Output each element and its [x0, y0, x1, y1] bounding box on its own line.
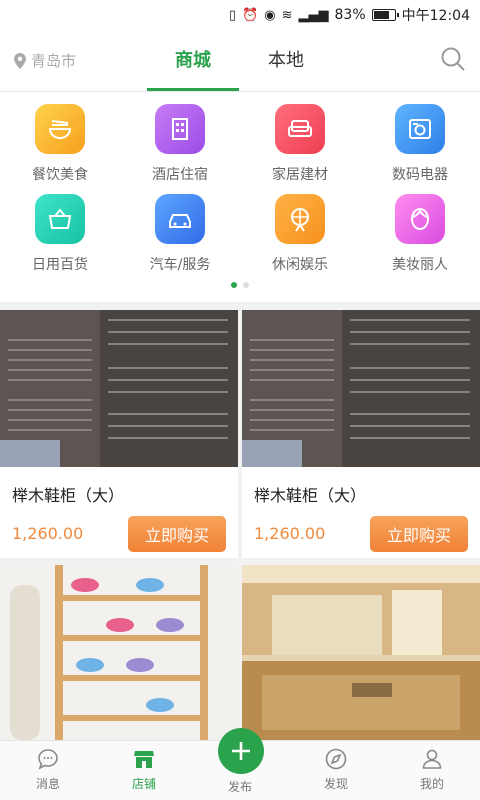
category-label: 美妆丽人	[392, 257, 448, 273]
nav-discover[interactable]: 发现	[296, 747, 376, 792]
product-card[interactable]: 榉木鞋柜（大） 1,260.00 立即购买	[0, 310, 238, 558]
tab-local[interactable]: 本地	[240, 46, 332, 72]
eye-icon: ◉	[264, 7, 276, 23]
top-header: 青岛市 商城 本地	[0, 30, 480, 92]
ferris-wheel-icon	[291, 208, 309, 232]
publish-label: 发布	[227, 780, 252, 794]
appliance-icon	[409, 119, 431, 139]
category-daily-goods[interactable]: 日用百货	[0, 194, 120, 274]
alarm-icon: ⏰	[242, 7, 259, 23]
signal-icon: ▂▄▆	[298, 7, 329, 23]
active-tab-indicator	[147, 88, 239, 91]
nav-label: 我的	[419, 777, 444, 791]
status-bar: ▯ ⏰ ◉ ≋ ▂▄▆ 83% 中午12:04	[0, 0, 480, 30]
product-card[interactable]: 榉木鞋柜（大） 1,260.00 立即购买	[242, 310, 480, 558]
user-icon	[422, 749, 442, 769]
nav-label: 店铺	[131, 777, 156, 791]
product-image[interactable]	[242, 565, 480, 740]
nav-label: 发现	[323, 777, 348, 791]
pager-dot-active[interactable]	[231, 282, 237, 288]
woman-face-icon	[411, 208, 429, 230]
category-home[interactable]: 家居建材	[240, 104, 360, 184]
category-label: 家居建材	[272, 167, 328, 183]
nav-store[interactable]: 店铺	[104, 747, 184, 792]
category-grid: 餐饮美食 酒店住宿 家居建材 数码电器 日用百货 汽车/服务 休闲娱乐 美妆丽人	[0, 92, 480, 302]
nav-label: 消息	[35, 777, 60, 791]
sofa-icon	[288, 120, 312, 137]
category-label: 日用百货	[32, 257, 88, 273]
buy-now-button[interactable]: 立即购买	[370, 516, 468, 552]
product-grid: 榉木鞋柜（大） 1,260.00 立即购买 榉木鞋柜（大） 1,260.00 立…	[0, 310, 480, 740]
category-label: 酒店住宿	[152, 167, 208, 183]
category-hotel[interactable]: 酒店住宿	[120, 104, 240, 184]
plus-icon	[232, 742, 250, 760]
category-label: 餐饮美食	[32, 167, 88, 183]
shoe-cabinet-image	[242, 310, 480, 467]
category-leisure[interactable]: 休闲娱乐	[240, 194, 360, 274]
compass-icon	[325, 748, 347, 770]
category-catering[interactable]: 餐饮美食	[0, 104, 120, 184]
store-icon	[134, 751, 154, 768]
product-image[interactable]	[0, 310, 238, 467]
category-digital[interactable]: 数码电器	[360, 104, 480, 184]
product-image[interactable]	[0, 565, 238, 740]
bowl-icon	[48, 120, 72, 140]
building-icon	[172, 118, 188, 140]
tab-mall[interactable]: 商城	[147, 46, 239, 72]
category-label: 休闲娱乐	[272, 257, 328, 273]
category-label: 汽车/服务	[149, 257, 211, 273]
location-label: 青岛市	[31, 52, 77, 70]
buy-now-button[interactable]: 立即购买	[128, 516, 226, 552]
message-icon	[38, 749, 58, 770]
sauna-room-image	[242, 565, 480, 740]
wifi-icon: ≋	[281, 7, 293, 23]
nav-messages[interactable]: 消息	[8, 747, 88, 792]
battery-icon	[371, 9, 399, 21]
product-title[interactable]: 榉木鞋柜（大）	[12, 482, 124, 506]
category-beauty[interactable]: 美妆丽人	[360, 194, 480, 274]
vibrate-icon: ▯	[228, 7, 237, 23]
clock: 中午12:04	[401, 8, 470, 24]
battery-percent: 83%	[334, 7, 366, 23]
category-car-service[interactable]: 汽车/服务	[120, 194, 240, 274]
shoe-rack-image	[0, 565, 238, 740]
product-card[interactable]	[242, 565, 480, 740]
pager-dot[interactable]	[243, 282, 249, 288]
basket-icon	[48, 208, 72, 229]
product-price: 1,260.00	[254, 524, 326, 543]
product-image[interactable]	[242, 310, 480, 467]
product-card[interactable]	[0, 565, 238, 740]
search-icon[interactable]	[440, 46, 466, 72]
location-selector[interactable]: 青岛市	[14, 50, 76, 71]
product-title[interactable]: 榉木鞋柜（大）	[254, 482, 366, 506]
car-icon	[169, 214, 191, 228]
location-pin-icon	[14, 52, 26, 69]
category-label: 数码电器	[392, 167, 448, 183]
product-price: 1,260.00	[12, 524, 84, 543]
shoe-cabinet-image	[0, 310, 238, 467]
category-pager	[0, 282, 480, 288]
nav-profile[interactable]: 我的	[392, 747, 472, 792]
publish-button[interactable]	[218, 728, 264, 774]
